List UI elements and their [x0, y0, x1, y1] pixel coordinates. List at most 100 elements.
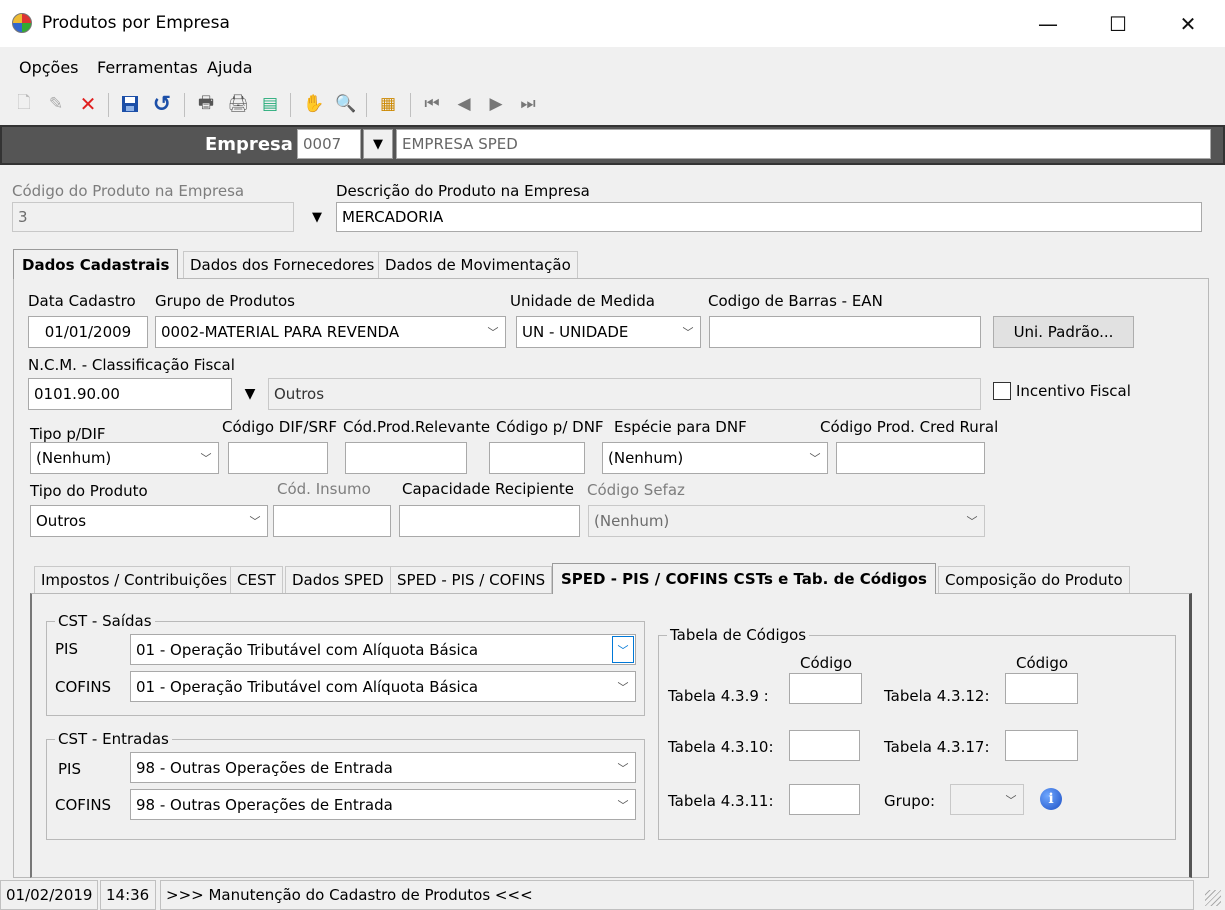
toolbar-separator: [290, 93, 291, 117]
tabela-4317-label: Tabela 4.3.17:: [884, 738, 990, 756]
cst-entradas-pis-label: PIS: [58, 760, 81, 778]
tabela-439-field[interactable]: [789, 673, 862, 704]
product-code-dropdown-button[interactable]: ▼: [302, 202, 332, 232]
tipo-dif-select[interactable]: (Nenhum) ﹀: [30, 442, 219, 474]
chevron-down-icon: ﹀: [809, 452, 821, 465]
especie-dnf-label: Espécie para DNF: [614, 418, 747, 436]
info-icon[interactable]: i: [1040, 788, 1062, 810]
cod-dnf-field[interactable]: [489, 442, 585, 474]
hand-icon[interactable]: ✋: [302, 92, 326, 116]
incentivo-fiscal-checkbox[interactable]: [993, 382, 1011, 400]
data-cadastro-field[interactable]: 01/01/2009: [28, 316, 148, 348]
tipo-dif-value: (Nenhum): [36, 449, 112, 467]
grupo-select[interactable]: 0002-MATERIAL PARA REVENDA ﹀: [155, 316, 506, 348]
capacidade-field[interactable]: [399, 505, 580, 537]
cst-entradas-pis-value: 98 - Outras Operações de Entrada: [136, 758, 393, 777]
tab-composicao[interactable]: Composição do Produto: [938, 566, 1130, 593]
cst-entradas-cofins-select[interactable]: 98 - Outras Operações de Entrada ﹀: [130, 789, 636, 820]
tab-cest[interactable]: CEST: [230, 566, 283, 593]
tab-dados-movimentacao[interactable]: Dados de Movimentação: [378, 251, 578, 278]
print-icon[interactable]: 🖶: [194, 92, 218, 116]
tab-dados-cadastrais[interactable]: Dados Cadastrais: [13, 249, 179, 279]
ncm-dropdown-button[interactable]: ▼: [235, 379, 265, 409]
tabela-4311-field[interactable]: [789, 784, 860, 815]
cod-prod-relevante-field[interactable]: [345, 442, 467, 474]
edit-pencil-icon[interactable]: ✎: [44, 92, 68, 116]
search-icon[interactable]: 🔍: [334, 92, 358, 116]
print-setup-icon[interactable]: 🖨: [226, 92, 250, 116]
menu-ferramentas[interactable]: Ferramentas: [97, 58, 198, 77]
tipo-produto-label: Tipo do Produto: [30, 482, 148, 500]
last-record-icon[interactable]: ⏭: [516, 92, 540, 116]
cst-saidas-legend: CST - Saídas: [58, 612, 152, 630]
codigo-header-right: Código: [1016, 654, 1069, 672]
menu-ajuda[interactable]: Ajuda: [207, 58, 253, 77]
maximize-button[interactable]: ☐: [1098, 10, 1138, 38]
tabela-4317-field[interactable]: [1005, 730, 1078, 761]
empresa-code-field[interactable]: 0007: [297, 129, 361, 159]
menu-opcoes[interactable]: Opções: [19, 58, 79, 77]
first-record-icon[interactable]: ⏮: [420, 92, 444, 116]
cod-dif-field[interactable]: [228, 442, 328, 474]
cst-saidas-pis-value: 01 - Operação Tributável com Alíquota Bá…: [136, 640, 479, 659]
properties-icon[interactable]: ▦: [376, 92, 400, 116]
undo-icon[interactable]: ↺: [150, 92, 174, 117]
tabela-codigos-legend: Tabela de Códigos: [670, 626, 807, 644]
cod-insumo-field[interactable]: [273, 505, 391, 537]
cst-saidas-cofins-select[interactable]: 01 - Operação Tributável com Alíquota Bá…: [130, 671, 636, 702]
unidade-select-value: UN - UNIDADE: [522, 323, 629, 341]
tipo-produto-select[interactable]: Outros ﹀: [30, 505, 268, 537]
tab-sped-pis-cofins[interactable]: SPED - PIS / COFINS: [390, 566, 553, 593]
tab-dados-sped[interactable]: Dados SPED: [285, 566, 391, 593]
cst-saidas-cofins-value: 01 - Operação Tributável com Alíquota Bá…: [136, 677, 479, 696]
cod-cred-rural-field[interactable]: [836, 442, 985, 474]
cod-insumo-label: Cód. Insumo: [277, 480, 371, 498]
tabela-4312-field[interactable]: [1005, 673, 1078, 704]
tab-sped-csts[interactable]: SPED - PIS / COFINS CSTs e Tab. de Códig…: [552, 563, 936, 594]
tabela-4310-field[interactable]: [789, 730, 860, 761]
delete-icon[interactable]: ✕: [76, 92, 100, 116]
tab-impostos[interactable]: Impostos / Contribuições: [34, 566, 235, 593]
cod-cred-rural-label: Código Prod. Cred Rural: [820, 418, 999, 436]
ean-label: Codigo de Barras - EAN: [708, 292, 883, 310]
previous-record-icon[interactable]: ◀: [452, 92, 476, 116]
unidade-select[interactable]: UN - UNIDADE ﹀: [516, 316, 701, 348]
tabela-4310-label: Tabela 4.3.10:: [668, 738, 774, 756]
tipo-dif-label: Tipo p/DIF: [30, 425, 106, 443]
tipo-produto-value: Outros: [36, 512, 87, 530]
resize-grip-icon[interactable]: [1205, 890, 1221, 906]
new-document-icon[interactable]: 🗋: [12, 92, 36, 116]
empresa-dropdown-button[interactable]: ▼: [363, 129, 393, 159]
especie-dnf-select[interactable]: (Nenhum) ﹀: [602, 442, 828, 474]
status-message: >>> Manutenção do Cadastro de Produtos <…: [160, 880, 1194, 910]
cst-saidas-pis-select[interactable]: 01 - Operação Tributável com Alíquota Bá…: [130, 634, 636, 665]
tabela-4311-label: Tabela 4.3.11:: [668, 792, 774, 810]
window-title: Produtos por Empresa: [42, 13, 230, 33]
ean-field[interactable]: [709, 316, 981, 348]
minimize-button[interactable]: —: [1028, 10, 1068, 38]
ncm-field[interactable]: 0101.90.00: [28, 378, 232, 410]
product-desc-field[interactable]: MERCADORIA: [336, 202, 1202, 232]
chevron-down-icon: ﹀: [617, 761, 629, 775]
unidade-label: Unidade de Medida: [510, 292, 655, 310]
tab-dados-fornecedores[interactable]: Dados dos Fornecedores: [183, 251, 382, 278]
cst-entradas-cofins-label: COFINS: [55, 796, 112, 814]
export-icon[interactable]: ▤: [258, 92, 282, 116]
data-cadastro-label: Data Cadastro: [28, 292, 136, 310]
uni-padrao-button[interactable]: Uni. Padrão...: [993, 316, 1134, 348]
cst-entradas-pis-select[interactable]: 98 - Outras Operações de Entrada ﹀: [130, 752, 636, 783]
status-date: 01/02/2019: [0, 880, 98, 910]
empresa-name-field: EMPRESA SPED: [396, 129, 1211, 159]
next-record-icon[interactable]: ▶: [484, 92, 508, 116]
toolbar-separator: [410, 93, 411, 117]
grupo-select-value: 0002-MATERIAL PARA REVENDA: [161, 323, 400, 341]
cod-prod-relevante-label: Cód.Prod.Relevante: [343, 418, 491, 436]
save-icon[interactable]: [118, 92, 142, 116]
cst-saidas-pis-label: PIS: [55, 640, 78, 658]
product-desc-label: Descrição do Produto na Empresa: [336, 182, 590, 200]
chevron-down-icon: ﹀: [617, 798, 629, 812]
product-code-field: 3: [12, 202, 294, 232]
close-button[interactable]: ✕: [1168, 10, 1208, 38]
ncm-desc-field: Outros: [268, 378, 981, 410]
cod-sefaz-select: (Nenhum) ﹀: [588, 505, 985, 537]
